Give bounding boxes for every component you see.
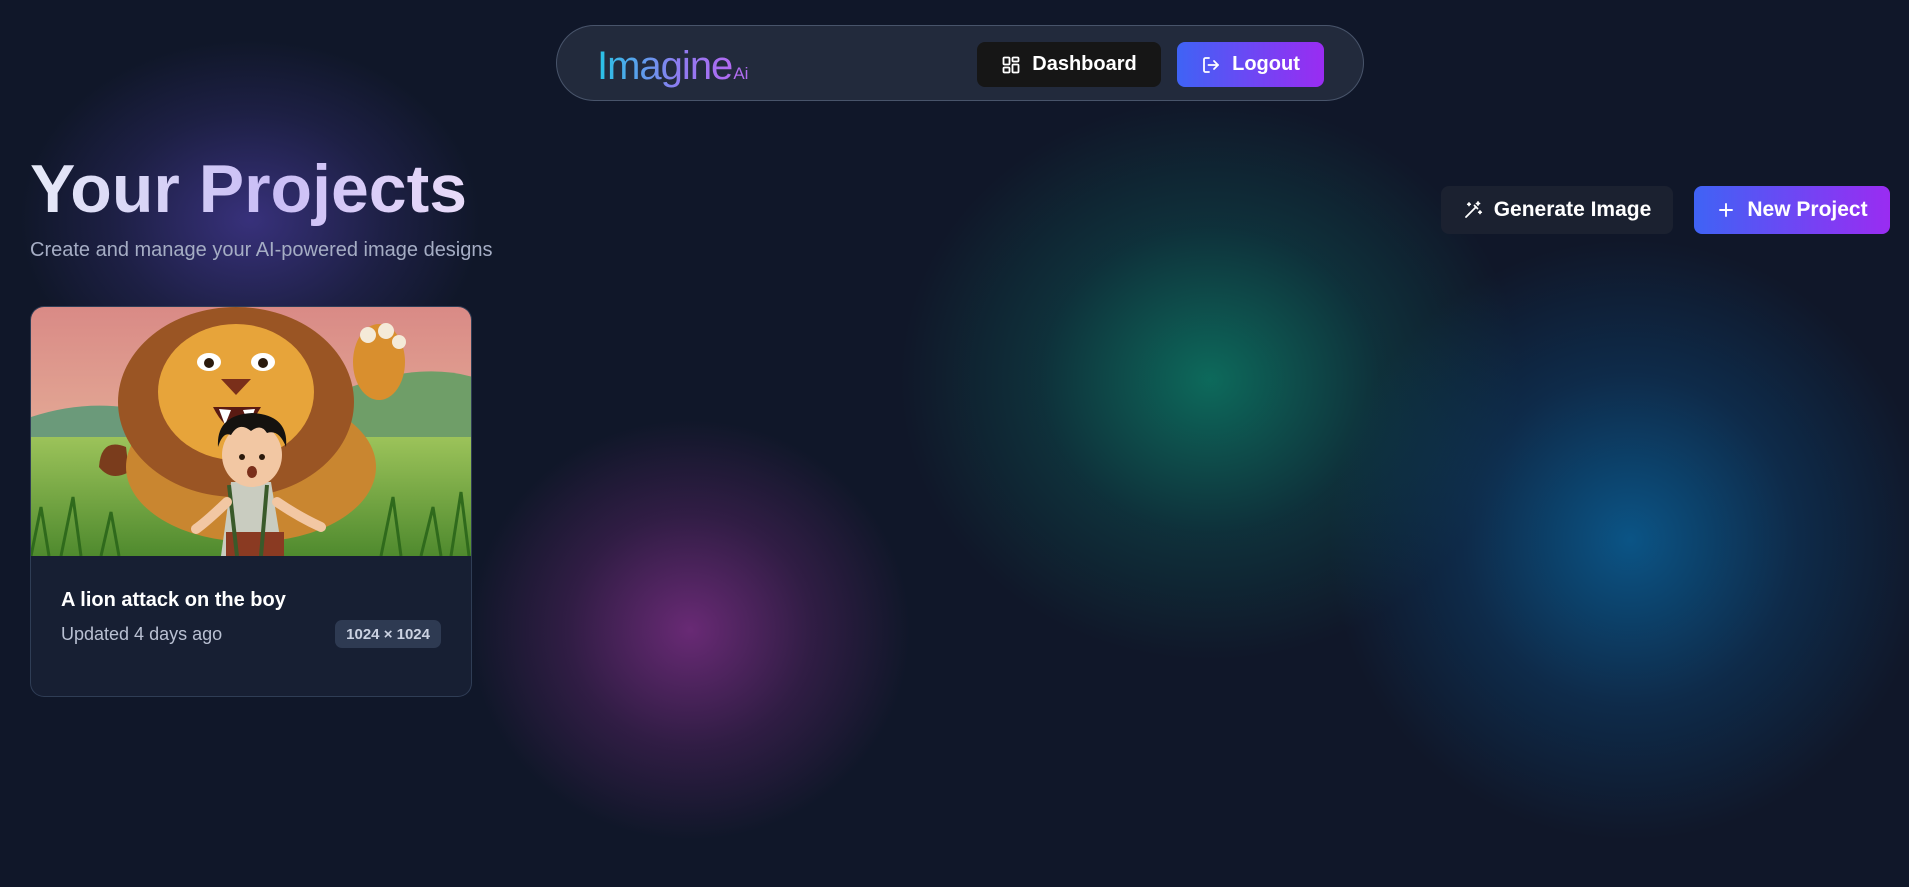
- project-updated: Updated 4 days ago: [61, 624, 223, 644]
- project-card[interactable]: A lion attack on the boy Updated 4 days …: [30, 306, 472, 697]
- logout-icon: [1201, 55, 1221, 75]
- project-thumbnail: [31, 307, 471, 557]
- new-project-button[interactable]: New Project: [1694, 186, 1890, 234]
- magic-wand-icon: [1463, 200, 1483, 220]
- app-logo[interactable]: Imagine Ai: [597, 44, 748, 89]
- plus-icon: [1716, 200, 1736, 220]
- new-project-label: New Project: [1747, 198, 1868, 221]
- logo-suffix: Ai: [733, 64, 749, 83]
- dashboard-button[interactable]: Dashboard: [977, 42, 1161, 87]
- logo-text: Imagine: [597, 44, 733, 88]
- background-glow-green: [900, 100, 1520, 660]
- project-title: A lion attack on the boy: [61, 589, 286, 611]
- logout-label: Logout: [1232, 53, 1300, 75]
- page-subtitle: Create and manage your AI-powered image …: [30, 239, 493, 261]
- dashboard-label: Dashboard: [1032, 53, 1137, 75]
- logout-button[interactable]: Logout: [1177, 42, 1324, 87]
- background-glow-magenta: [470, 420, 910, 840]
- generate-image-label: Generate Image: [1493, 198, 1652, 221]
- page-title: Your Projects: [30, 151, 468, 227]
- dimension-badge: 1024 × 1024: [335, 620, 441, 648]
- generate-image-button[interactable]: Generate Image: [1441, 186, 1673, 234]
- background-glow-blue: [1330, 240, 1909, 840]
- layout-grid-icon: [1001, 55, 1021, 75]
- top-navbar: Imagine Ai Dashboard Logout: [556, 25, 1364, 101]
